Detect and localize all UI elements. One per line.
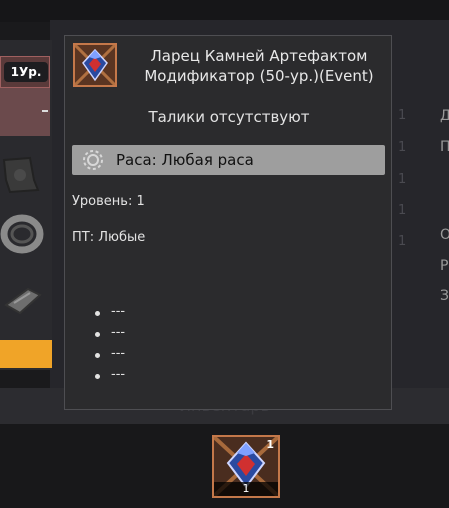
tooltip-title: Ларец Камней Артефактом Модификатор (50-… [144,47,374,85]
inventory-slot[interactable]: 1 1 [212,435,280,498]
left-red-panel [0,88,50,136]
bg-letter: О [440,227,449,243]
boots-icon[interactable] [0,150,48,198]
bg-number: 1 [398,108,407,123]
bg-letter: Д [440,108,449,124]
tooltip-list: --- --- --- --- [95,304,125,388]
race-bar: Раса: Любая раса [72,145,385,175]
bg-number: 1 [398,140,407,155]
list-item: --- [95,346,125,367]
tooltip-subtitle: Талики отсутствуют [148,108,310,126]
list-item: --- [95,325,125,346]
gauntlet-icon[interactable] [0,275,48,323]
bg-number: 1 [398,203,407,218]
artifact-chest-icon [73,43,117,87]
slot-stack-count: 1 [214,482,278,496]
level-line: Уровень: 1 [72,194,145,209]
slot-corner-count: 1 [266,438,274,451]
bg-letter: Р [440,258,449,274]
list-item: --- [95,367,125,388]
pt-line: ПТ: Любые [72,230,146,245]
bg-letter: П [440,139,449,155]
bg-number: 1 [398,172,407,187]
ring-icon[interactable] [0,210,48,258]
gear-icon [83,150,103,170]
top-bar [0,0,449,22]
bg-number: 1 [398,234,407,249]
race-label: Раса: Любая раса [116,151,254,169]
action-button[interactable] [0,340,52,368]
item-tooltip: Ларец Камней Артефактом Модификатор (50-… [64,35,392,410]
dash [42,110,48,112]
bg-letter: З [440,288,449,304]
level-pill: 1Ур. [4,62,48,82]
list-item: --- [95,304,125,325]
